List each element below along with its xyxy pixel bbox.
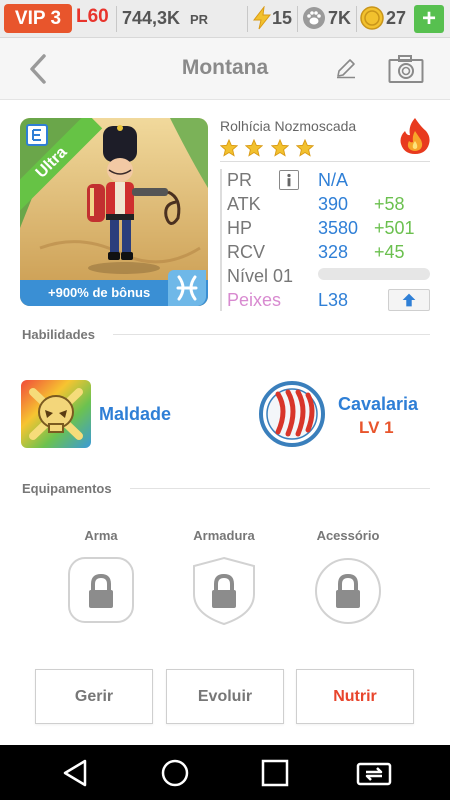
skill-1-name[interactable]: Maldade (99, 404, 171, 425)
equipment-section-title: Equipamentos (22, 481, 112, 496)
star-icon (296, 139, 315, 157)
pr-label: PR (227, 170, 253, 190)
coin-count: 27 (386, 8, 407, 28)
paw-icon (303, 7, 325, 29)
divider (220, 169, 222, 311)
rcv-label: RCV (227, 242, 266, 262)
star-icon (270, 139, 289, 157)
divider (356, 6, 357, 32)
star-icon (245, 139, 264, 157)
fish-value: L38 (318, 290, 349, 310)
hp-value: 3580 (318, 218, 359, 238)
level-progress-bar (318, 268, 430, 280)
energy-count: 15 (272, 8, 293, 28)
home-circle-icon[interactable] (160, 758, 190, 788)
evolve-button[interactable]: Evoluir (166, 669, 284, 724)
rcv-bonus: +45 (374, 242, 405, 262)
pisces-icon (168, 270, 206, 306)
divider (247, 6, 248, 32)
skull-skill-icon[interactable] (21, 380, 91, 448)
pr-value: N/A (318, 170, 349, 190)
pencil-icon[interactable] (334, 56, 358, 80)
back-triangle-icon[interactable] (60, 758, 90, 788)
divider (220, 161, 430, 162)
armor-slot-lock-icon[interactable] (190, 556, 258, 626)
power-value: 744,3K (122, 8, 181, 28)
skills-section-title: Habilidades (22, 327, 95, 342)
hp-bonus: +501 (374, 218, 415, 238)
hp-label: HP (227, 218, 253, 238)
vip-badge[interactable]: VIP 3 (4, 4, 72, 33)
claw-skill-icon[interactable] (258, 380, 326, 448)
divider (130, 488, 430, 489)
skill-2-name[interactable]: Cavalaria (338, 394, 418, 415)
status-bar: VIP 3 L60 744,3K PR 15 7K 27 + (0, 0, 450, 38)
star-icon (220, 139, 238, 157)
element-badge-icon (26, 124, 48, 146)
upgrade-arrow-button[interactable] (388, 289, 430, 311)
hero-name: Rolhícia Nozmoscada (220, 118, 357, 134)
back-chevron-icon[interactable] (24, 52, 54, 86)
power-unit: PR (190, 12, 209, 27)
divider (113, 334, 430, 335)
coin-icon (360, 6, 384, 30)
paws-count: 7K (328, 8, 352, 28)
atk-label: ATK (227, 194, 261, 214)
add-currency-button[interactable]: + (414, 5, 444, 33)
level-label: Nível 01 (227, 266, 294, 286)
atk-value: 390 (318, 194, 349, 214)
lightning-icon (252, 6, 272, 30)
weapon-slot-lock-icon[interactable] (67, 556, 135, 626)
accessory-slot-lock-icon[interactable] (314, 556, 382, 626)
star-rating (220, 139, 317, 162)
accessory-slot-label: Acessório (316, 528, 380, 543)
divider (116, 6, 117, 32)
skill-2-level: LV 1 (359, 418, 394, 437)
info-icon[interactable] (279, 170, 299, 190)
fire-icon (400, 118, 430, 154)
page-header: Montana (0, 38, 450, 100)
rcv-value: 328 (318, 242, 349, 262)
fish-label: Peixes (227, 290, 282, 310)
player-level: L60 (76, 6, 109, 27)
camera-icon[interactable] (388, 54, 424, 84)
divider (297, 6, 298, 32)
system-navigation-bar (0, 745, 450, 800)
manage-button[interactable]: Gerir (35, 669, 153, 724)
armor-slot-label: Armadura (193, 528, 255, 543)
atk-bonus: +58 (374, 194, 405, 214)
page-title: Montana (181, 56, 269, 79)
feed-button[interactable]: Nutrir (296, 669, 414, 724)
weapon-slot-label: Arma (84, 528, 118, 543)
switch-app-icon[interactable] (356, 758, 392, 788)
recents-square-icon[interactable] (260, 758, 290, 788)
